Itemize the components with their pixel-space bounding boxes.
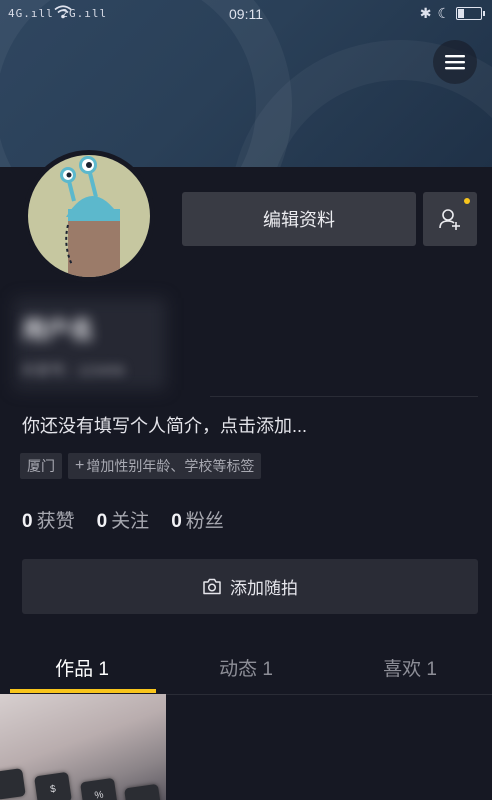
tab-moments[interactable]: 动态 1 bbox=[164, 640, 328, 694]
avatar-image bbox=[28, 155, 150, 277]
menu-button[interactable] bbox=[433, 40, 477, 84]
bio-text[interactable]: 你还没有填写个人简介，点击添加... bbox=[22, 412, 307, 438]
tag-location[interactable]: 厦门 bbox=[20, 453, 62, 479]
keyboard-key bbox=[124, 783, 162, 800]
menu-icon bbox=[445, 55, 465, 70]
notification-dot bbox=[464, 198, 470, 204]
stats-row: 0 获赞 0 关注 0 粉丝 bbox=[22, 506, 224, 533]
camera-icon bbox=[203, 578, 221, 595]
stat-value: 0 bbox=[22, 511, 33, 532]
active-tab-indicator bbox=[10, 689, 156, 693]
divider bbox=[210, 396, 478, 397]
edit-profile-button[interactable]: 编辑资料 bbox=[182, 192, 416, 246]
avatar[interactable] bbox=[23, 150, 155, 282]
add-friend-button[interactable] bbox=[423, 192, 477, 246]
stat-label: 获赞 bbox=[36, 511, 75, 532]
tab-likes[interactable]: 喜欢 1 bbox=[328, 640, 492, 694]
plus-icon: + bbox=[75, 457, 85, 474]
nickname: 用户名 bbox=[22, 317, 94, 344]
stat-value: 0 bbox=[96, 511, 108, 532]
tab-works[interactable]: 作品 1 bbox=[0, 640, 164, 694]
user-id: 抖音号：123456 bbox=[22, 362, 125, 378]
bluetooth-icon: ✱ bbox=[419, 5, 432, 21]
add-story-button[interactable]: 添加随拍 bbox=[22, 559, 478, 614]
keyboard-key bbox=[0, 768, 26, 800]
keyboard-key: % bbox=[80, 777, 118, 800]
add-story-label: 添加随拍 bbox=[230, 579, 298, 598]
battery-icon bbox=[456, 7, 485, 20]
add-friend-icon bbox=[439, 209, 460, 230]
keyboard-key: $ bbox=[34, 771, 72, 800]
tag-label: 厦门 bbox=[27, 458, 55, 474]
stat-followers[interactable]: 0 粉丝 bbox=[171, 506, 224, 533]
moon-icon: ☾ bbox=[437, 5, 450, 21]
tag-label: 增加性别年龄、学校等标签 bbox=[86, 458, 255, 474]
clock: 09:11 bbox=[229, 6, 263, 22]
stat-label: 关注 bbox=[111, 511, 150, 532]
stat-value: 0 bbox=[171, 511, 182, 532]
video-thumbnail[interactable]: $ % bbox=[0, 694, 166, 800]
add-tag-button[interactable]: + 增加性别年龄、学校等标签 bbox=[68, 453, 262, 479]
stat-likes[interactable]: 0 获赞 bbox=[22, 506, 75, 533]
profile-tags: 厦门 + 增加性别年龄、学校等标签 bbox=[20, 453, 262, 479]
content-tabs: 作品 1 动态 1 喜欢 1 bbox=[0, 640, 492, 695]
stat-label: 粉丝 bbox=[185, 511, 224, 532]
status-bar: 4G.ıll 2G.ıll 09:11 ✱ ☾ bbox=[0, 0, 492, 28]
stat-following[interactable]: 0 关注 bbox=[97, 506, 150, 533]
